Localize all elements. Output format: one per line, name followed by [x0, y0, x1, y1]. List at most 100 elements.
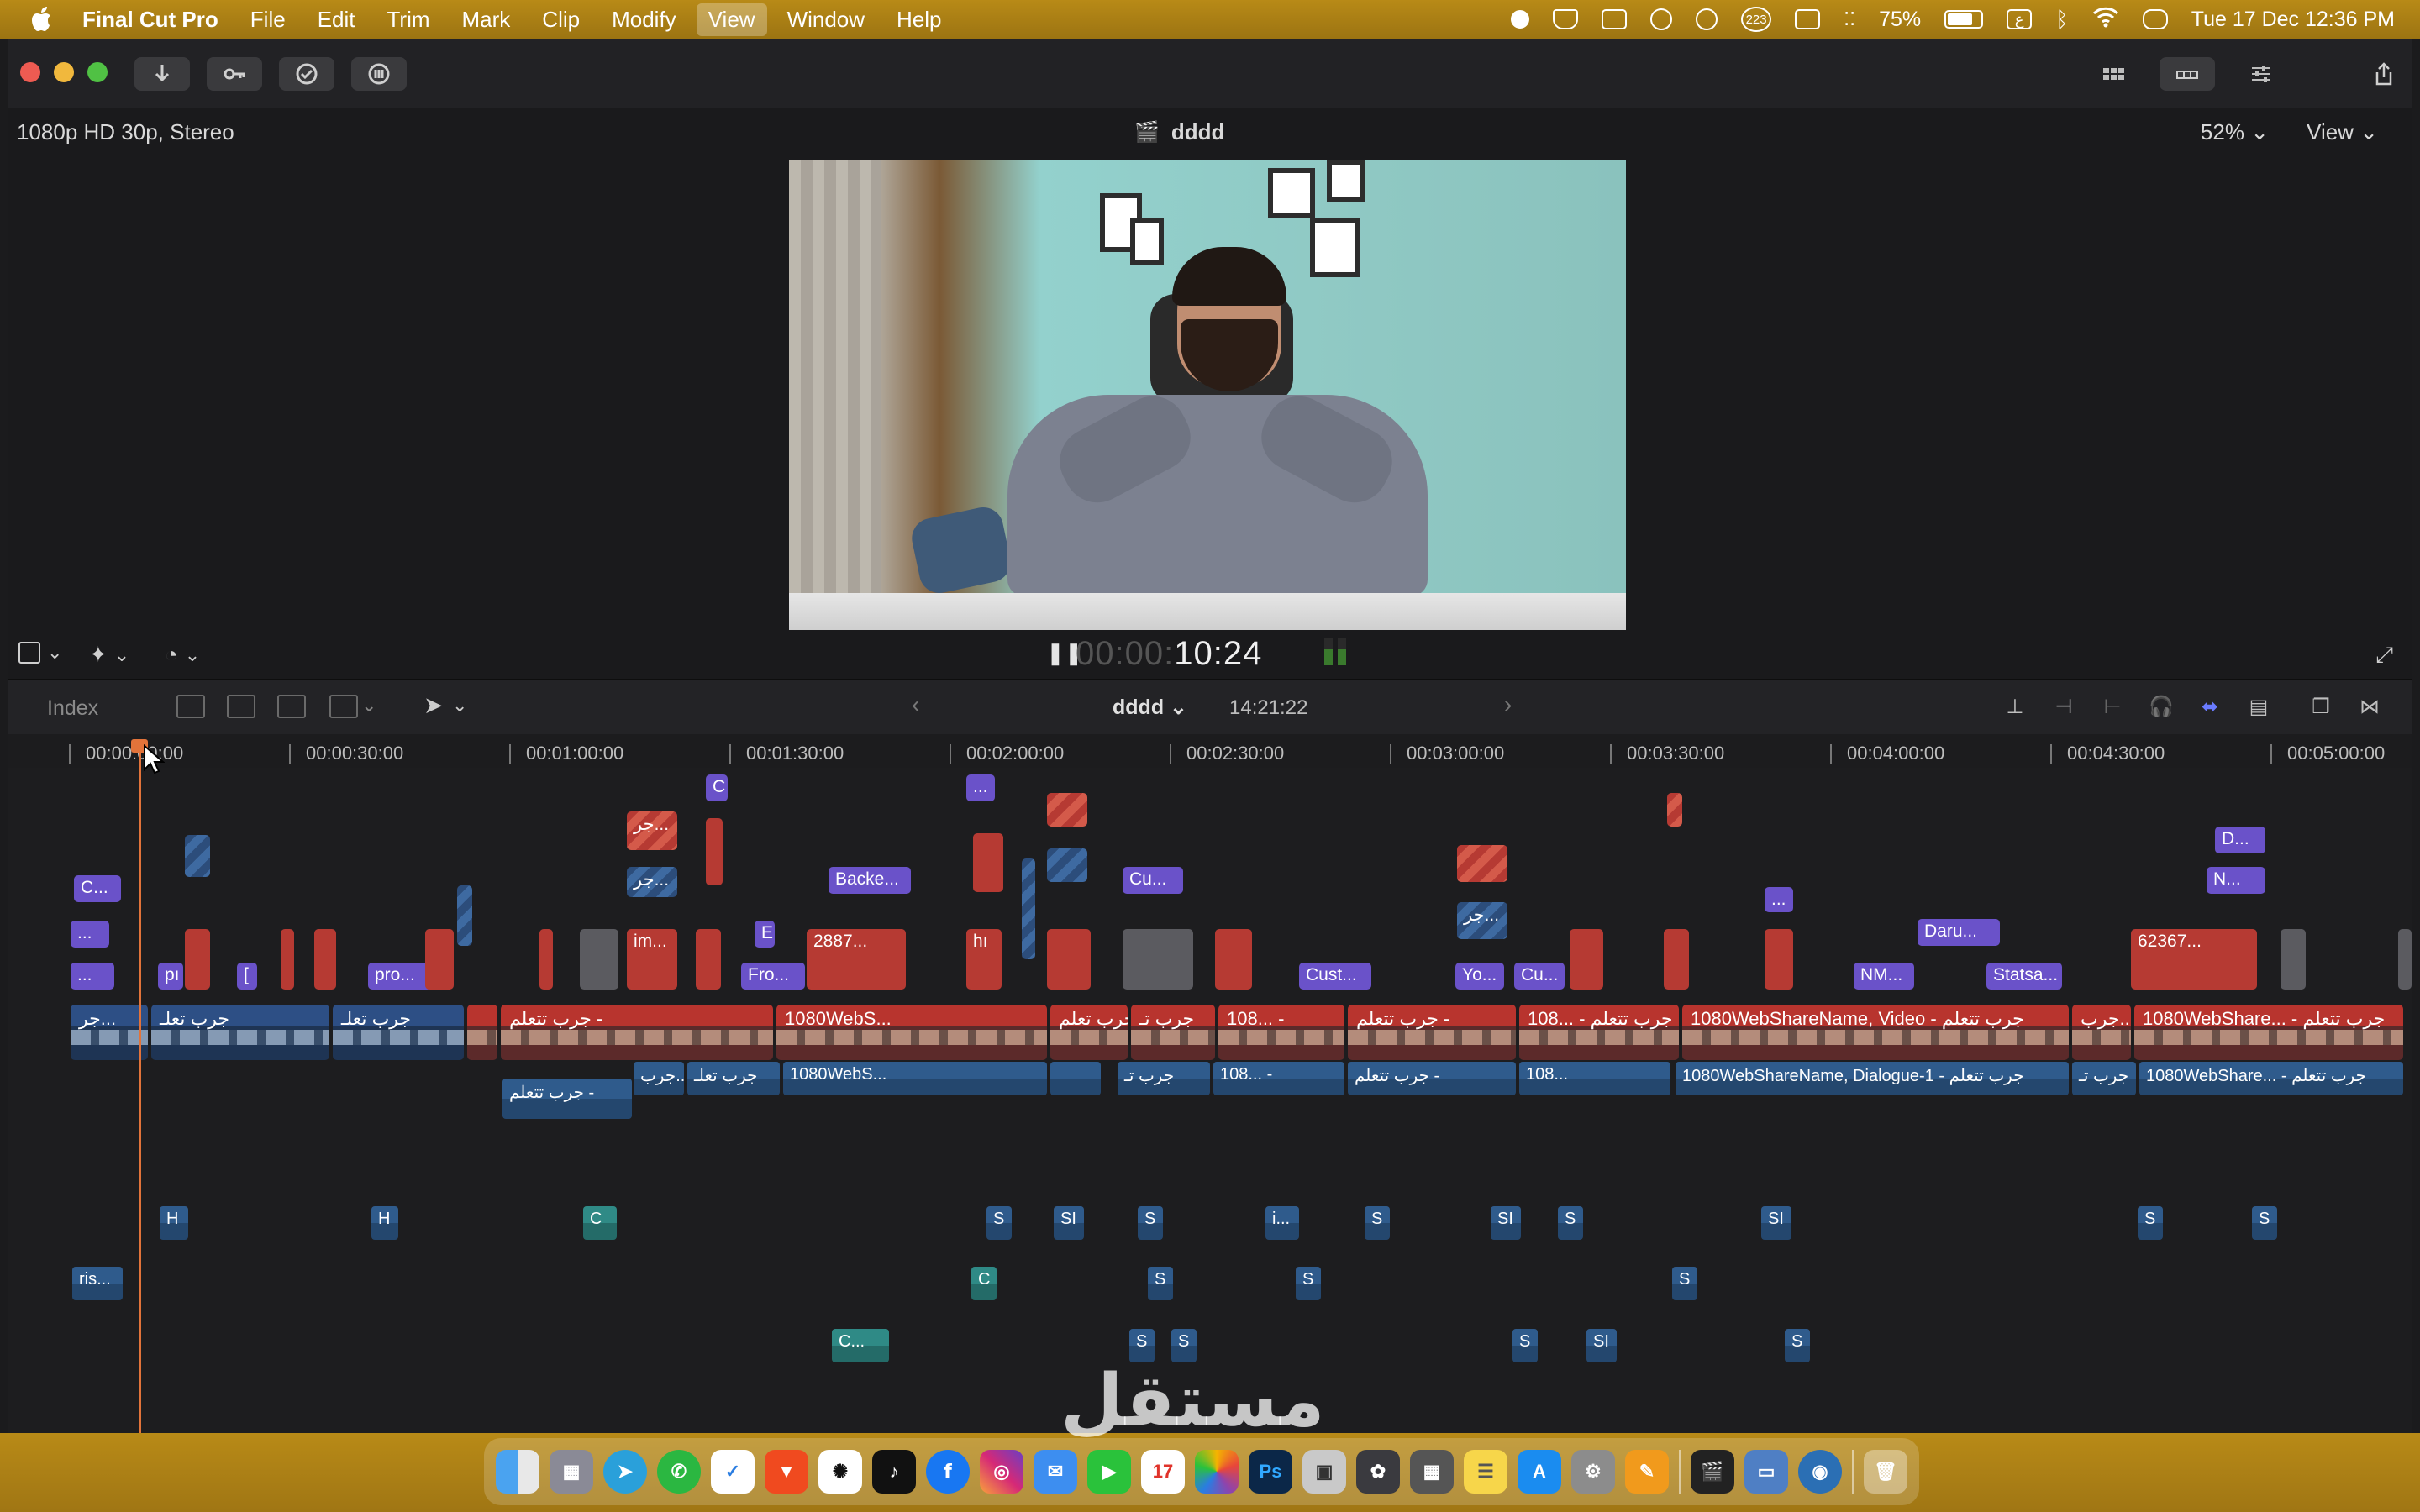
connected-clip[interactable] [425, 929, 454, 990]
dock-mail-icon[interactable]: ✉ [1034, 1450, 1077, 1494]
connected-clip[interactable]: Statsa... [1986, 963, 2062, 990]
timeline-toggle-button[interactable] [2160, 57, 2215, 91]
skimming-icon[interactable]: ⊣ [2050, 695, 2077, 718]
menu-modify[interactable]: Modify [612, 7, 676, 33]
dots-icon[interactable]: ⁚⁚ [1844, 8, 1855, 30]
dialogue-clip[interactable]: 1080WebShareName, Dialogue-1 - جرب تتعلم [1676, 1062, 2069, 1095]
menu-trim[interactable]: Trim [387, 7, 430, 33]
audio-clip[interactable]: SI [1054, 1206, 1084, 1240]
dock-final-cut-icon[interactable]: 🎬 [1691, 1450, 1734, 1494]
dock-davinci-icon[interactable]: ✿ [1356, 1450, 1400, 1494]
dock-facebook-icon[interactable]: f [926, 1450, 970, 1494]
control-center-icon[interactable] [2142, 9, 2168, 29]
input-source-icon[interactable]: ع [2007, 9, 2033, 29]
trophy-icon[interactable] [1553, 9, 1579, 29]
import-button[interactable] [134, 57, 190, 91]
snapping-icon[interactable]: ⬌ [2196, 695, 2223, 718]
audio-clip[interactable]: S [1365, 1206, 1390, 1240]
menu-help[interactable]: Help [897, 7, 941, 33]
audio-clip[interactable]: SI [1491, 1206, 1521, 1240]
keywords-button[interactable] [207, 57, 262, 91]
select-tool-icon[interactable]: ➤ [424, 691, 443, 719]
audio-clip[interactable]: S [2252, 1206, 2277, 1240]
audio-clip[interactable]: C [583, 1206, 617, 1240]
transitions-browser-icon[interactable]: ⋈ [2356, 695, 2383, 718]
battery-icon[interactable] [1944, 10, 1984, 29]
append-clip-icon[interactable] [277, 695, 306, 718]
storyline-clip[interactable]: جرب تعلـ [333, 1005, 464, 1060]
connected-clip[interactable] [706, 818, 723, 885]
storyline-clip[interactable] [467, 1005, 497, 1060]
connected-clip[interactable] [1047, 793, 1087, 827]
timeline-index-button[interactable]: Index [47, 696, 98, 721]
video-preview[interactable] [789, 160, 1626, 630]
connected-clip[interactable] [457, 885, 472, 946]
audio-clip[interactable]: S [1672, 1267, 1697, 1300]
connected-clip[interactable]: E [755, 921, 775, 948]
keyboard-icon[interactable] [1602, 9, 1628, 29]
connected-clip[interactable]: Daru... [1918, 919, 2000, 946]
dock-whatsapp-icon[interactable]: ✆ [657, 1450, 701, 1494]
connected-clip[interactable] [1123, 929, 1193, 990]
bluetooth-icon[interactable]: ᛒ [2055, 7, 2069, 33]
connected-clip[interactable] [185, 929, 210, 990]
storyline-clip[interactable]: جرب تعلـ [151, 1005, 329, 1060]
menu-view[interactable]: View [696, 3, 767, 36]
connected-clip[interactable]: pı [158, 963, 183, 990]
connected-clip[interactable] [539, 929, 553, 990]
connected-clip[interactable]: Cu... [1514, 963, 1565, 990]
dialogue-clip[interactable]: جرب... [634, 1062, 684, 1095]
playhead[interactable] [139, 739, 141, 1433]
audio-clip[interactable]: C... [832, 1329, 889, 1362]
connected-clip[interactable]: ... [1765, 887, 1793, 912]
zoom-window-button[interactable] [87, 62, 108, 82]
fullscreen-button[interactable]: ⤢ [2375, 642, 2393, 669]
dock-telegram-icon[interactable]: ➤ [603, 1450, 647, 1494]
connected-clip[interactable]: NM... [1854, 963, 1914, 990]
share-button[interactable] [2356, 57, 2412, 91]
timeline-forward-button[interactable]: › [1504, 691, 1512, 718]
menu-mark[interactable]: Mark [462, 7, 511, 33]
dialogue-clip[interactable]: جرب تتعلم - [1348, 1062, 1516, 1095]
storyline-clip[interactable]: 1080WebShare... - جرب تتعلم [2134, 1005, 2403, 1060]
dialogue-clip[interactable]: 108... - [1213, 1062, 1344, 1095]
audio-skimming-icon[interactable]: ⊢ [2099, 695, 2126, 718]
audio-clip[interactable]: SI [1761, 1206, 1791, 1240]
connected-clip[interactable]: Fro... [741, 963, 805, 990]
timeline-project-dropdown[interactable]: dddd ⌄ [1113, 695, 1187, 720]
connected-clip[interactable] [314, 929, 336, 990]
dock-keynote-icon[interactable]: ▭ [1744, 1450, 1788, 1494]
connected-clip[interactable]: جر... [1457, 902, 1507, 939]
zoom-dropdown[interactable]: 52% ⌄ [2201, 119, 2269, 145]
dialogue-clip[interactable]: 1080WebS... [783, 1062, 1047, 1095]
dock-calculator-icon[interactable]: ▦ [1410, 1450, 1454, 1494]
connected-clip[interactable]: Cu... [1123, 867, 1183, 894]
dock-quicklook-icon[interactable]: ◉ [1798, 1450, 1842, 1494]
close-window-button[interactable] [20, 62, 40, 82]
audio-clip[interactable]: H [160, 1206, 188, 1240]
dock-photoshop-icon[interactable]: Ps [1249, 1450, 1292, 1494]
menu-edit[interactable]: Edit [318, 7, 355, 33]
notification-badge-icon[interactable]: 223 [1741, 7, 1772, 32]
menu-window[interactable]: Window [787, 7, 865, 33]
display-icon[interactable] [1795, 9, 1821, 29]
storyline-clip[interactable]: جرب... [2072, 1005, 2131, 1060]
dock-tasks-icon[interactable]: ✓ [711, 1450, 755, 1494]
connected-clip[interactable]: C... [74, 875, 121, 902]
record-icon[interactable] [1511, 10, 1530, 29]
connected-clip[interactable]: ... [71, 963, 114, 990]
connected-clip[interactable]: [ [237, 963, 257, 990]
audio-clip[interactable]: S [1138, 1206, 1163, 1240]
dialogue-clip[interactable] [1050, 1062, 1101, 1095]
dock-pages-icon[interactable]: ✎ [1625, 1450, 1669, 1494]
connected-clip[interactable]: D... [2215, 827, 2265, 853]
chevron-down-icon[interactable]: ⌄ [452, 695, 467, 717]
connected-clip[interactable]: ... [966, 774, 995, 801]
timeline-ruler[interactable]: 00:00:00:00 00:00:30:00 00:01:00:00 00:0… [8, 734, 2412, 769]
dock-app-store-icon[interactable]: A [1518, 1450, 1561, 1494]
storyline-clip[interactable]: جر... [71, 1005, 148, 1060]
connected-clip[interactable]: Yo... [1455, 963, 1504, 990]
app-menu[interactable]: Final Cut Pro [82, 7, 218, 33]
connected-clip[interactable] [1047, 848, 1087, 882]
audio-meters[interactable] [1324, 638, 1346, 665]
